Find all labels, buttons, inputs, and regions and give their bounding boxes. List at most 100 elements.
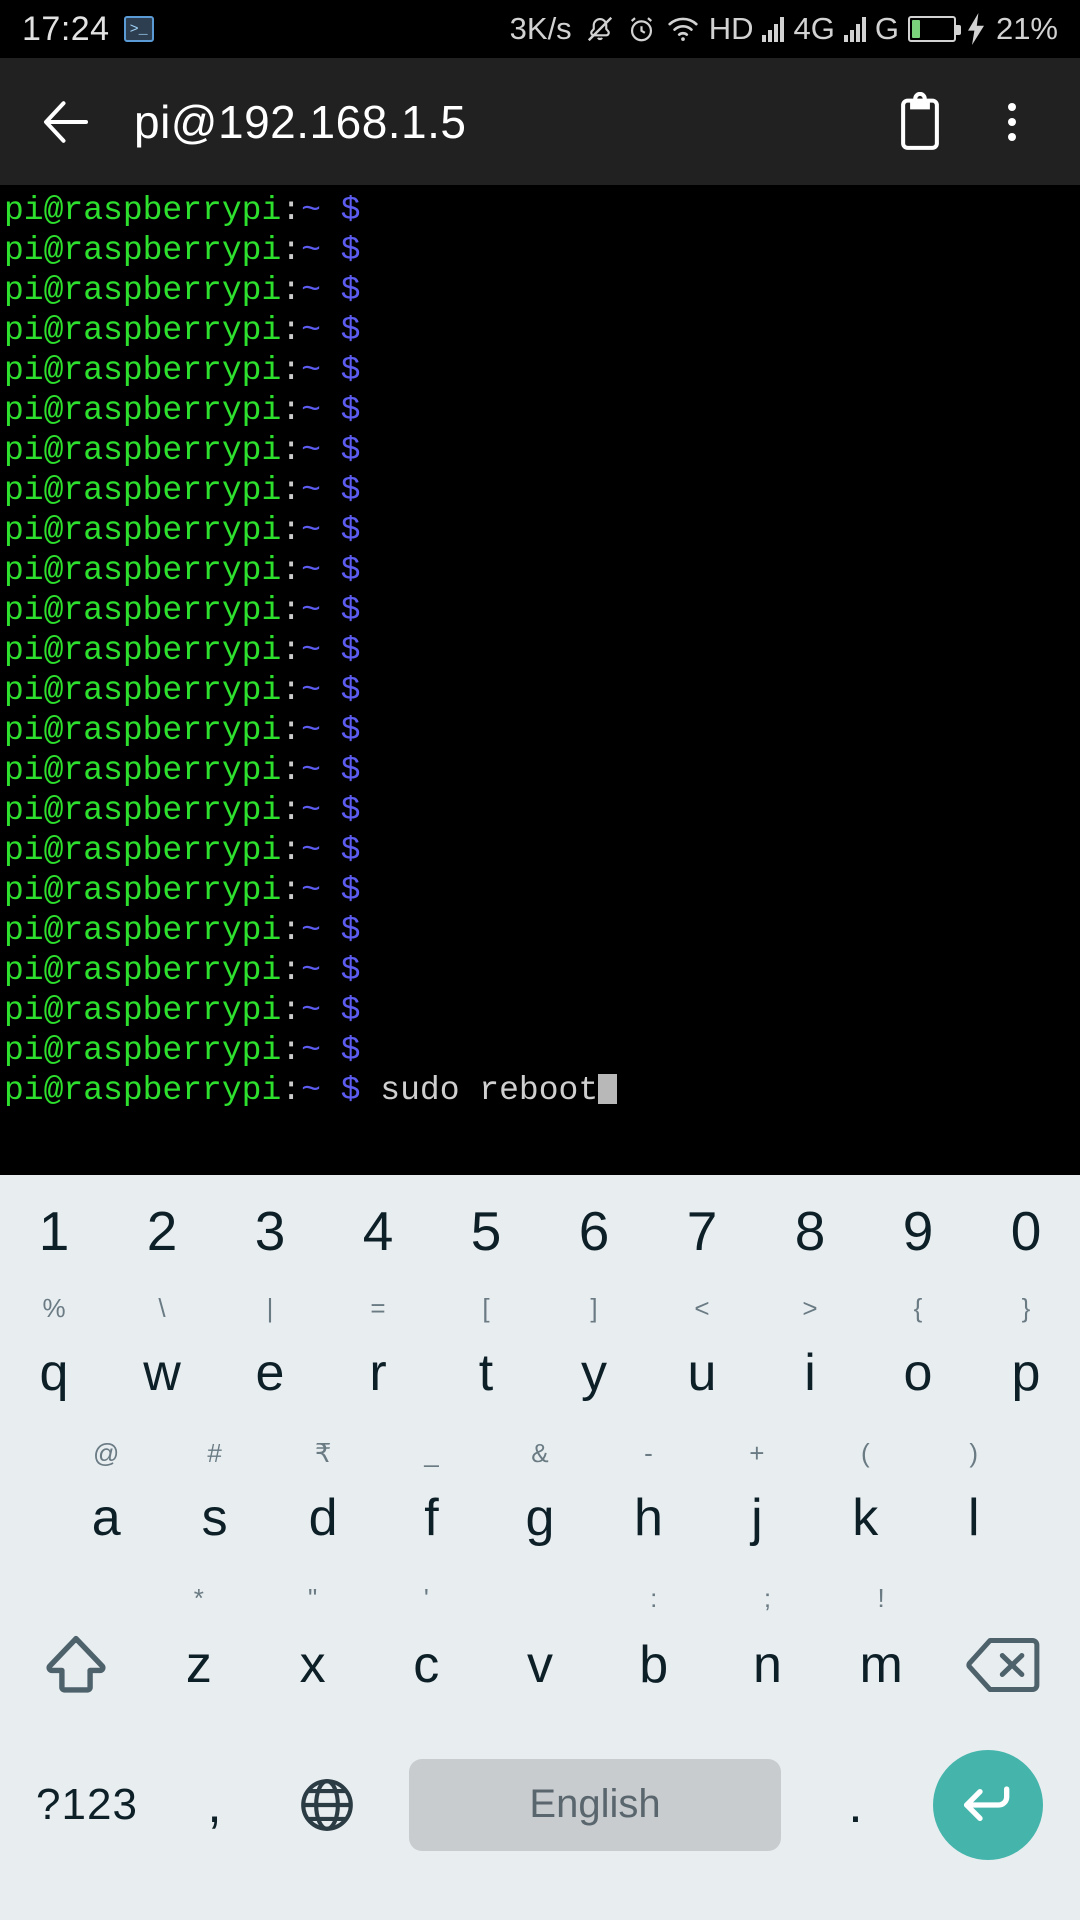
key-v[interactable]: v [483,1577,597,1727]
overflow-dot [1008,102,1016,111]
status-bar-left: 17:24 >_ [22,10,154,49]
key-e-secondary-label: | [266,1293,274,1323]
key-m-label: m [859,1636,903,1694]
key-u-secondary-label: < [694,1293,710,1323]
terminal-prompt-user-host: pi@raspberrypi [4,832,282,869]
phone-screen: 17:24 >_ 3K/s HD 4G G 21% pi@192.168.1.5… [0,0,1080,1920]
key-z[interactable]: * z [142,1577,256,1727]
key-w-label: w [143,1343,181,1402]
key-3[interactable]: 3 [216,1175,324,1287]
key-i[interactable]: > i [756,1287,864,1432]
key-t-label: t [478,1343,494,1402]
keyboard-row-top: % q \ w | e = r[t] y < u > i{o} p [0,1287,1080,1432]
terminal-prompt-path: ~ [301,792,321,829]
terminal-prompt-user-host: pi@raspberrypi [4,872,282,909]
battery-icon [907,16,961,42]
terminal-icon-glyph: >_ [129,20,148,38]
key-g[interactable]: & g [486,1432,594,1577]
terminal-prompt-colon: : [281,592,302,629]
key-5[interactable]: 5 [432,1175,540,1287]
key-7[interactable]: 7 [648,1175,756,1287]
terminal-prompt-path: ~ [301,1072,321,1109]
key-c-secondary-label: ' [423,1583,429,1613]
key-m[interactable]: ! m [824,1577,938,1727]
terminal-prompt-user-host: pi@raspberrypi [4,1032,282,1069]
terminal-prompt-path: ~ [301,272,321,309]
key-r[interactable]: = r [324,1287,432,1432]
key-k[interactable]: (k [811,1432,919,1577]
terminal-prompt-path: ~ [301,352,321,389]
period-key[interactable]: . [803,1779,908,1831]
key-0[interactable]: 0 [972,1175,1080,1287]
status-bar: 17:24 >_ 3K/s HD 4G G 21% [0,0,1080,58]
back-arrow-icon [44,100,88,143]
terminal-prompt-user-host: pi@raspberrypi [4,392,282,429]
terminal-prompt-symbol: $ [320,672,361,709]
key-1[interactable]: 1 [0,1175,108,1287]
back-button[interactable] [36,92,96,152]
key-q[interactable]: % q [0,1287,108,1432]
terminal-line: pi@raspberrypi:~ $ [4,671,1080,711]
key-a[interactable]: @ a [52,1432,160,1577]
key-y[interactable]: ] y [540,1287,648,1432]
terminal-output[interactable]: pi@raspberrypi:~ $ pi@raspberrypi:~ $ pi@r… [0,185,1080,1175]
key-x[interactable]: " x [256,1577,370,1727]
key-6[interactable]: 6 [540,1175,648,1287]
key-a-secondary-label: @ [93,1438,120,1468]
clipboard-button[interactable] [888,90,952,154]
key-b[interactable]: :b [597,1577,711,1727]
terminal-prompt-colon: : [281,952,302,989]
key-9[interactable]: 9 [864,1175,972,1287]
enter-key-circle[interactable] [933,1749,1043,1860]
key-4[interactable]: 4 [324,1175,432,1287]
terminal-line: pi@raspberrypi:~ $ [4,511,1080,551]
key-n[interactable]: ; n [711,1577,825,1727]
enter-key[interactable] [908,1749,1068,1860]
key-s[interactable]: # s [160,1432,268,1577]
more-options-button[interactable] [980,90,1044,154]
key-o[interactable]: {o [864,1287,972,1432]
key-e[interactable]: | e [216,1287,324,1432]
key-o-label: o [903,1343,933,1402]
shift-arrow-icon [46,1635,106,1693]
shift-key[interactable] [10,1577,142,1727]
spacebar[interactable]: English [409,1758,781,1851]
key-c[interactable]: ' c [369,1577,483,1727]
key-m-secondary-label: ! [877,1583,885,1613]
key-t[interactable]: [t [432,1287,540,1432]
key-8[interactable]: 8 [756,1175,864,1287]
symbols-key[interactable]: ?123 [12,1782,162,1827]
key-l[interactable]: ) l [920,1432,1028,1577]
key-u-label: u [687,1343,717,1402]
key-8-label: 8 [794,1199,826,1262]
comma-key[interactable]: , [162,1779,267,1831]
key-p[interactable]: } p [972,1287,1080,1432]
key-d[interactable]: ₹ d [269,1432,377,1577]
key-f-secondary-label: _ [424,1438,439,1468]
space-key[interactable]: English [387,1758,803,1851]
key-f[interactable]: _ f [377,1432,485,1577]
key-2[interactable]: 2 [108,1175,216,1287]
terminal-prompt-path: ~ [301,712,321,749]
terminal-prompt-colon: : [281,832,302,869]
terminal-prompt-symbol: $ [320,352,361,389]
terminal-prompt-symbol: $ [320,552,361,589]
terminal-prompt-colon: : [281,432,302,469]
backspace-key[interactable] [938,1577,1070,1727]
terminal-prompt-symbol: $ [320,792,361,829]
terminal-prompt-symbol: $ [320,992,361,1029]
key-j[interactable]: + j [703,1432,811,1577]
key-t-secondary-label: [ [482,1293,490,1323]
key-c-label: c [413,1636,440,1694]
terminal-prompt-colon: : [281,552,302,589]
language-switch-key[interactable] [267,1774,387,1836]
terminal-prompt-path: ~ [301,992,321,1029]
terminal-line: pi@raspberrypi:~ $ [4,791,1080,831]
terminal-line: pi@raspberrypi:~ $ [4,471,1080,511]
key-g-secondary-label: & [531,1438,549,1468]
key-w[interactable]: \ w [108,1287,216,1432]
key-h[interactable]: -h [594,1432,702,1577]
key-u[interactable]: < u [648,1287,756,1432]
key-i-label: i [804,1343,816,1402]
key-4-label: 4 [362,1199,394,1262]
